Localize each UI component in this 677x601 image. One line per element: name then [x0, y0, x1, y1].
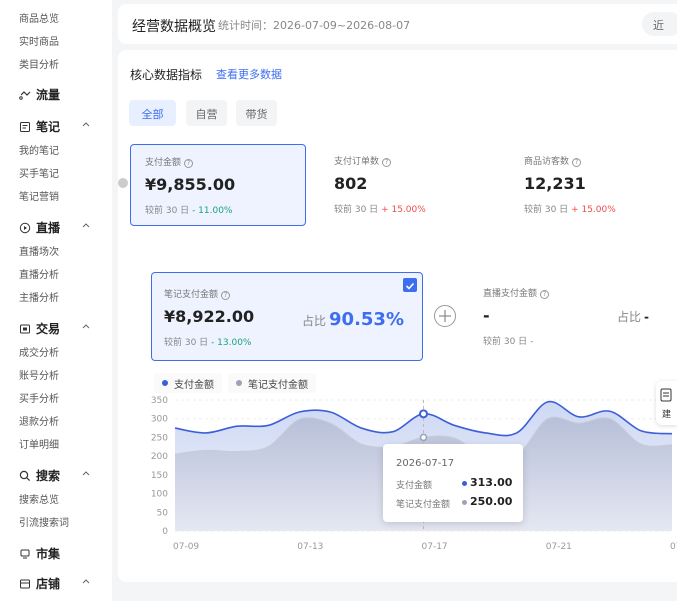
y-tick-label: 300 [151, 415, 168, 425]
tooltip-row-label: 笔记支付金额 [396, 500, 451, 510]
tooltip-row-label: 支付金额 [396, 481, 433, 491]
tooltip-dot [462, 500, 467, 505]
tooltip-dot [462, 481, 467, 486]
tooltip-row-value: 313.00 [470, 476, 513, 489]
x-tick-label: 07-21 [546, 542, 572, 552]
hover-point-payment [419, 409, 428, 419]
y-tick-label: 150 [151, 471, 168, 481]
y-tick-label: 100 [151, 490, 168, 500]
tooltip-row-value: 250.00 [470, 495, 513, 508]
floating-side-label: 建 [661, 410, 671, 420]
y-tick-label: 250 [151, 433, 168, 443]
x-tick-label: 07-17 [422, 542, 448, 552]
x-tick-label: 07-09 [173, 542, 199, 552]
app-root: 商品总览 实时商品 类目分析 流量 笔记 我的笔记 买手笔记 笔记营销 直播 直… [0, 0, 677, 601]
chart-tooltip: 2026-07-17 支付金额 313.00 笔记支付金额 250.00 [383, 444, 523, 522]
tooltip-row-note-payment: 笔记支付金额 250.00 [396, 495, 513, 510]
x-tick-label: 07-2 [670, 542, 677, 552]
hover-point-note-payment [419, 433, 428, 442]
y-tick-label: 350 [151, 396, 168, 406]
y-tick-label: 50 [157, 508, 169, 518]
tooltip-row-payment: 支付金额 313.00 [396, 476, 513, 491]
document-icon [660, 388, 672, 402]
floating-side-button[interactable]: 建 [656, 381, 677, 425]
y-tick-label: 200 [151, 452, 168, 462]
tooltip-date: 2026-07-17 [396, 458, 455, 469]
y-tick-label: 0 [162, 527, 168, 537]
x-tick-label: 07-13 [297, 542, 323, 552]
trend-chart[interactable]: 0 50 100 150 200 250 300 350 07-09 07-13 07-17 07-2… [0, 0, 677, 601]
